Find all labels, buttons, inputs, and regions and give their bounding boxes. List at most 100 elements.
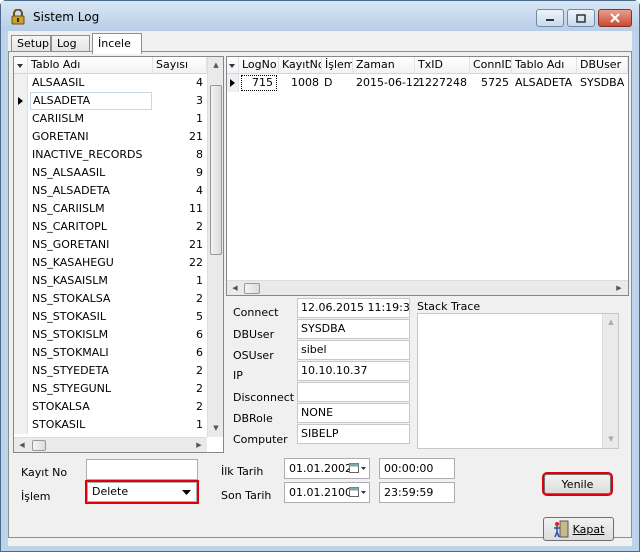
- refresh-button[interactable]: Yenile: [542, 472, 613, 496]
- record-count-cell[interactable]: 1: [153, 416, 203, 434]
- table-list-row[interactable]: NS_STYEDETA 2: [14, 362, 207, 380]
- log-cell-txid[interactable]: 1227248: [415, 74, 467, 92]
- tab-setup[interactable]: Setup: [11, 35, 51, 52]
- record-count-cell[interactable]: 4: [153, 74, 203, 92]
- table-list-row[interactable]: STOKALSA 2: [14, 398, 207, 416]
- table-list-row[interactable]: ALSAASIL 4: [14, 74, 207, 92]
- column-header-islem[interactable]: İşlem: [322, 57, 353, 74]
- column-header-txid[interactable]: TxID: [415, 57, 470, 74]
- title-bar[interactable]: Sistem Log: [1, 1, 639, 31]
- table-name-cell[interactable]: NS_GORETANI: [30, 236, 111, 254]
- tab-incele[interactable]: İncele: [92, 33, 142, 54]
- column-header-logno[interactable]: LogNo: [239, 57, 279, 74]
- scroll-right-button[interactable]: ▶: [192, 438, 206, 452]
- close-button[interactable]: Kapat: [543, 517, 614, 541]
- tab-log[interactable]: Log: [51, 35, 90, 52]
- calendar-dropdown-icon[interactable]: [349, 463, 367, 474]
- record-count-cell[interactable]: 8: [153, 146, 203, 164]
- table-list-row[interactable]: NS_ALSAASIL 9: [14, 164, 207, 182]
- record-count-cell[interactable]: 2: [153, 362, 203, 380]
- table-list-row[interactable]: NS_CARIISLM 11: [14, 200, 207, 218]
- table-list-row[interactable]: GORETANI 21: [14, 128, 207, 146]
- table-name-cell[interactable]: ALSADETA: [30, 92, 152, 110]
- record-count-cell[interactable]: 2: [153, 290, 203, 308]
- record-count-cell[interactable]: 21: [153, 236, 203, 254]
- scroll-left-button[interactable]: ◀: [228, 281, 242, 295]
- record-count-cell[interactable]: 2: [153, 218, 203, 236]
- table-name-cell[interactable]: NS_STOKASIL: [30, 308, 108, 326]
- table-name-cell[interactable]: STOKALSA: [30, 398, 92, 416]
- close-window-button[interactable]: [598, 9, 632, 27]
- column-header-sayisi[interactable]: Sayısı: [153, 57, 207, 74]
- table-list-row[interactable]: NS_ALSADETA 4: [14, 182, 207, 200]
- ilk-tarih-date-input[interactable]: 01.01.2002: [284, 458, 370, 479]
- record-count-cell[interactable]: 3: [153, 92, 203, 110]
- table-name-cell[interactable]: GORETANI: [30, 128, 91, 146]
- hscroll-thumb[interactable]: [32, 440, 46, 451]
- record-count-cell[interactable]: 5: [153, 308, 203, 326]
- log-column-menu-button[interactable]: [227, 57, 239, 74]
- record-count-cell[interactable]: 6: [153, 326, 203, 344]
- scroll-left-button[interactable]: ◀: [15, 438, 29, 452]
- table-list-row[interactable]: INACTIVE_RECORDS 8: [14, 146, 207, 164]
- log-cell-kayitno[interactable]: 1008: [279, 74, 319, 92]
- log-cell-connid[interactable]: 5725: [470, 74, 509, 92]
- table-name-cell[interactable]: NS_STOKMALI: [30, 344, 111, 362]
- record-count-cell[interactable]: 21: [153, 128, 203, 146]
- scroll-up-button[interactable]: ▲: [209, 58, 223, 72]
- table-name-cell[interactable]: STOKASIL: [30, 416, 87, 434]
- log-cell-zaman[interactable]: 2015-06-12: [356, 74, 420, 92]
- record-count-cell[interactable]: 11: [153, 200, 203, 218]
- log-cell-islem[interactable]: D: [324, 74, 332, 92]
- hscroll-thumb[interactable]: [244, 283, 260, 294]
- scroll-down-button[interactable]: ▼: [604, 432, 618, 446]
- column-header-tablo-adi[interactable]: Tablo Adı: [28, 57, 153, 74]
- table-name-cell[interactable]: NS_KASAHEGU: [30, 254, 116, 272]
- log-grid-hscroll[interactable]: ◀ ▶: [227, 280, 628, 295]
- vscroll-thumb[interactable]: [210, 85, 222, 255]
- column-header-dbuser[interactable]: DBUser: [577, 57, 628, 74]
- column-header-zaman[interactable]: Zaman: [353, 57, 415, 74]
- table-name-cell[interactable]: NS_STYEDETA: [30, 362, 111, 380]
- stack-trace-vscroll[interactable]: ▲ ▼: [602, 314, 618, 448]
- table-list-row[interactable]: NS_KASAHEGU 22: [14, 254, 207, 272]
- table-list-row[interactable]: STOKASIL 1: [14, 416, 207, 434]
- table-list-row[interactable]: NS_STOKMALI 6: [14, 344, 207, 362]
- log-row[interactable]: 715 1008 D 2015-06-12 1227248 5725 ALSAD…: [227, 74, 628, 92]
- column-header-tablo-adi[interactable]: Tablo Adı: [512, 57, 577, 74]
- table-list-row[interactable]: NS_STOKALSA 2: [14, 290, 207, 308]
- record-count-cell[interactable]: 9: [153, 164, 203, 182]
- table-name-cell[interactable]: ALSAASIL: [30, 74, 87, 92]
- record-count-cell[interactable]: 1: [153, 272, 203, 290]
- ilk-tarih-time-input[interactable]: 00:00:00: [379, 458, 455, 479]
- stack-trace-box[interactable]: ▲ ▼: [417, 313, 619, 449]
- table-list-row[interactable]: NS_KASAISLM 1: [14, 272, 207, 290]
- table-list-row[interactable]: ALSADETA 3: [14, 92, 207, 110]
- scroll-up-button[interactable]: ▲: [604, 315, 618, 329]
- column-header-kayitno[interactable]: KayıtNo: [279, 57, 322, 74]
- log-cell-logno[interactable]: 715: [241, 75, 277, 91]
- islem-select[interactable]: Delete: [85, 480, 199, 504]
- table-list-row[interactable]: NS_STOKISLM 6: [14, 326, 207, 344]
- table-list-hscroll[interactable]: ◀ ▶: [14, 437, 207, 452]
- maximize-button[interactable]: [567, 9, 595, 27]
- table-list-vscroll[interactable]: ▲ ▼: [207, 57, 223, 437]
- minimize-button[interactable]: [536, 9, 564, 27]
- son-tarih-time-input[interactable]: 23:59:59: [379, 482, 455, 503]
- table-name-cell[interactable]: INACTIVE_RECORDS: [30, 146, 144, 164]
- record-count-cell[interactable]: 6: [153, 344, 203, 362]
- table-name-cell[interactable]: NS_STOKISLM: [30, 326, 110, 344]
- table-name-cell[interactable]: NS_STYEGUNL: [30, 380, 113, 398]
- scroll-right-button[interactable]: ▶: [612, 281, 626, 295]
- log-cell-dbuser[interactable]: SYSDBA: [580, 74, 624, 92]
- son-tarih-date-input[interactable]: 01.01.2100: [284, 482, 370, 503]
- table-list-row[interactable]: NS_CARITOPL 2: [14, 218, 207, 236]
- table-name-cell[interactable]: NS_CARITOPL: [30, 218, 109, 236]
- table-list-row[interactable]: CARIISLM 1: [14, 110, 207, 128]
- table-name-cell[interactable]: NS_ALSAASIL: [30, 164, 107, 182]
- table-list-row[interactable]: NS_GORETANI 21: [14, 236, 207, 254]
- log-cell-tablo-adi[interactable]: ALSADETA: [515, 74, 572, 92]
- table-list-row[interactable]: NS_STOKASIL 5: [14, 308, 207, 326]
- record-count-cell[interactable]: 2: [153, 398, 203, 416]
- calendar-dropdown-icon[interactable]: [349, 487, 367, 498]
